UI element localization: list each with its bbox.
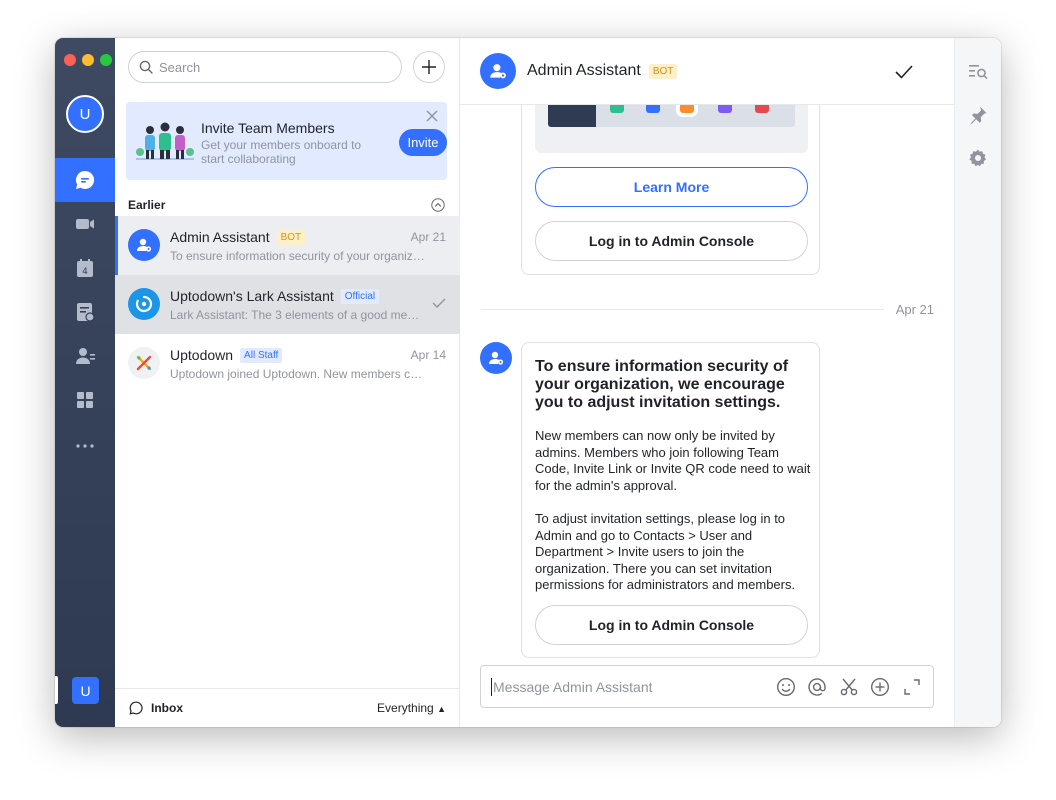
message-card: Learn More Log in to Admin Console	[521, 105, 820, 275]
close-icon[interactable]	[425, 109, 439, 123]
window-controls	[64, 54, 112, 66]
nav-rail: U 4 U	[55, 38, 115, 727]
banner-subtitle: Get your members onboard to start collab…	[201, 138, 362, 166]
more-icon	[76, 444, 94, 448]
docs-icon	[77, 303, 95, 322]
date-separator: Apr 21	[481, 302, 934, 317]
search-placeholder: Search	[159, 59, 201, 75]
date-separator-label: Apr 21	[895, 302, 934, 317]
contacts-icon	[76, 348, 95, 364]
chat-avatar[interactable]	[480, 53, 516, 89]
invite-banner: Invite Team Members Get your members onb…	[126, 102, 447, 180]
conversation-date: Apr 14	[410, 348, 446, 362]
rail-item-messenger[interactable]	[55, 158, 115, 202]
mark-done-icon[interactable]	[895, 64, 913, 80]
mention-icon[interactable]	[807, 677, 827, 697]
admin-user-icon	[137, 238, 152, 252]
calendar-icon: 4	[77, 259, 93, 277]
svg-text:4: 4	[82, 267, 88, 277]
admin-console-button[interactable]: Log in to Admin Console	[535, 221, 808, 261]
caret-up-icon: ▲	[437, 704, 446, 714]
filter-dropdown[interactable]: Everything ▲	[377, 701, 446, 715]
card-paragraph: New members can now only be invited by a…	[535, 428, 811, 493]
rail-item-workplace[interactable]	[55, 378, 115, 422]
messenger-icon	[75, 170, 95, 189]
message-composer[interactable]: Message Admin Assistant	[480, 665, 934, 708]
rail-item-contacts[interactable]	[55, 334, 115, 378]
search-icon	[139, 60, 153, 74]
assistant-avatar	[128, 288, 160, 320]
rail-item-docs[interactable]	[55, 290, 115, 334]
conversation-title: Uptodown All Staff	[170, 347, 283, 363]
rail-item-video[interactable]	[55, 202, 115, 246]
search-box[interactable]: Search	[128, 51, 402, 83]
scissors-icon[interactable]	[839, 677, 859, 697]
rail-item-calendar[interactable]: 4	[55, 246, 115, 290]
conversation-date: Apr 21	[410, 230, 446, 244]
conversation-item[interactable]: Admin Assistant BOT To ensure informatio…	[115, 216, 460, 275]
card-paragraph: To adjust invitation settings, please lo…	[535, 511, 796, 592]
pin-icon[interactable]	[968, 105, 988, 125]
create-button[interactable]	[413, 51, 445, 83]
bot-tag: BOT	[276, 229, 306, 245]
admin-user-icon	[490, 64, 506, 79]
right-toolbar	[954, 38, 1001, 727]
minimize-window-button[interactable]	[82, 54, 94, 66]
message-list[interactable]: Learn More Log in to Admin Console Apr 2…	[460, 105, 954, 660]
list-footer: Inbox Everything ▲	[115, 688, 460, 727]
conversation-preview: Uptodown joined Uptodown. New members ca…	[170, 367, 425, 381]
emoji-icon[interactable]	[776, 677, 796, 697]
workplace-icon	[77, 392, 93, 408]
chat-pane: Admin Assistant BOT Learn More Log in to…	[460, 38, 954, 727]
bot-avatar	[128, 229, 160, 261]
bot-tag: BOT	[648, 63, 678, 79]
inbox-button[interactable]: Inbox	[129, 701, 183, 715]
gear-icon[interactable]	[968, 148, 988, 168]
official-tag: Official	[340, 288, 380, 304]
team-illustration-icon	[136, 122, 194, 160]
invite-button[interactable]: Invite	[399, 129, 447, 156]
active-account-indicator	[55, 676, 58, 704]
chat-title: Admin Assistant BOT	[527, 62, 678, 80]
section-earlier-label: Earlier	[128, 198, 166, 212]
chevron-up-icon[interactable]	[431, 198, 445, 212]
card-title: To ensure information security of your o…	[535, 358, 789, 411]
sender-avatar[interactable]	[480, 342, 512, 374]
expand-icon[interactable]	[902, 677, 922, 697]
conversation-preview: Lark Assistant: The 3 elements of a good…	[170, 308, 425, 322]
plus-icon	[422, 60, 436, 74]
banner-title: Invite Team Members	[201, 120, 335, 136]
conversation-title: Admin Assistant BOT	[170, 229, 306, 245]
video-icon	[76, 219, 94, 229]
admin-user-icon	[489, 351, 504, 365]
uptodown-logo-icon	[136, 355, 152, 371]
conversation-preview: To ensure information security of your o…	[170, 249, 425, 263]
conversation-item[interactable]: Uptodown All Staff Uptodown joined Uptod…	[115, 334, 460, 393]
lark-assistant-icon	[135, 295, 153, 313]
admin-console-button[interactable]: Log in to Admin Console	[535, 605, 808, 645]
search-history-icon[interactable]	[968, 62, 988, 82]
all-staff-tag: All Staff	[240, 347, 283, 363]
team-avatar	[128, 347, 160, 379]
chat-list-panel: Search Invite Team Members Get your memb…	[115, 38, 460, 727]
conversation-title: Uptodown's Lark Assistant Official	[170, 288, 380, 304]
account-switcher[interactable]: U	[72, 677, 99, 704]
chat-bubble-icon	[129, 701, 143, 715]
add-attachment-icon[interactable]	[870, 677, 890, 697]
done-check-icon[interactable]	[432, 297, 446, 309]
rail-item-more[interactable]	[55, 424, 115, 468]
conversation-item[interactable]: Uptodown's Lark Assistant Official Lark …	[115, 275, 460, 334]
admin-console-preview-image	[535, 105, 808, 153]
learn-more-button[interactable]: Learn More	[535, 167, 808, 207]
message-card: To ensure information security of your o…	[521, 342, 820, 658]
close-window-button[interactable]	[64, 54, 76, 66]
profile-avatar[interactable]: U	[66, 95, 104, 133]
app-window: U 4 U Search Invite Team Members Get you…	[55, 38, 1001, 727]
chat-header: Admin Assistant BOT	[460, 38, 954, 105]
composer-placeholder: Message Admin Assistant	[493, 679, 653, 695]
maximize-window-button[interactable]	[100, 54, 112, 66]
